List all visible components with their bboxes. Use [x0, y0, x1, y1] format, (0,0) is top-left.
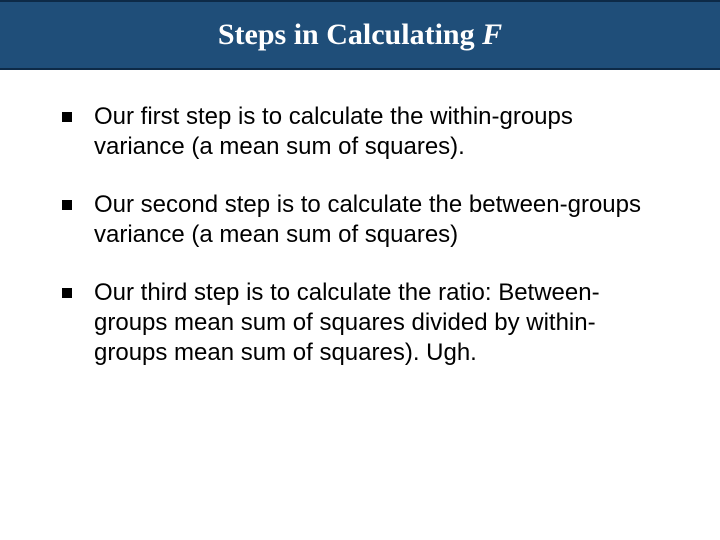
list-item: Our second step is to calculate the betw… — [62, 190, 658, 250]
bullet-text: Our second step is to calculate the betw… — [94, 190, 658, 250]
bullet-icon — [62, 112, 72, 122]
title-variable: F — [482, 18, 502, 51]
slide-title: Steps in Calculating F — [218, 18, 502, 52]
bullet-icon — [62, 200, 72, 210]
list-item: Our first step is to calculate the withi… — [62, 102, 658, 162]
bullet-text: Our third step is to calculate the ratio… — [94, 278, 658, 368]
content-area: Our first step is to calculate the withi… — [0, 70, 720, 368]
bullet-icon — [62, 288, 72, 298]
bullet-text: Our first step is to calculate the withi… — [94, 102, 658, 162]
list-item: Our third step is to calculate the ratio… — [62, 278, 658, 368]
slide: Steps in Calculating F Our first step is… — [0, 0, 720, 540]
title-bar: Steps in Calculating F — [0, 0, 720, 70]
title-prefix: Steps in Calculating — [218, 18, 482, 51]
